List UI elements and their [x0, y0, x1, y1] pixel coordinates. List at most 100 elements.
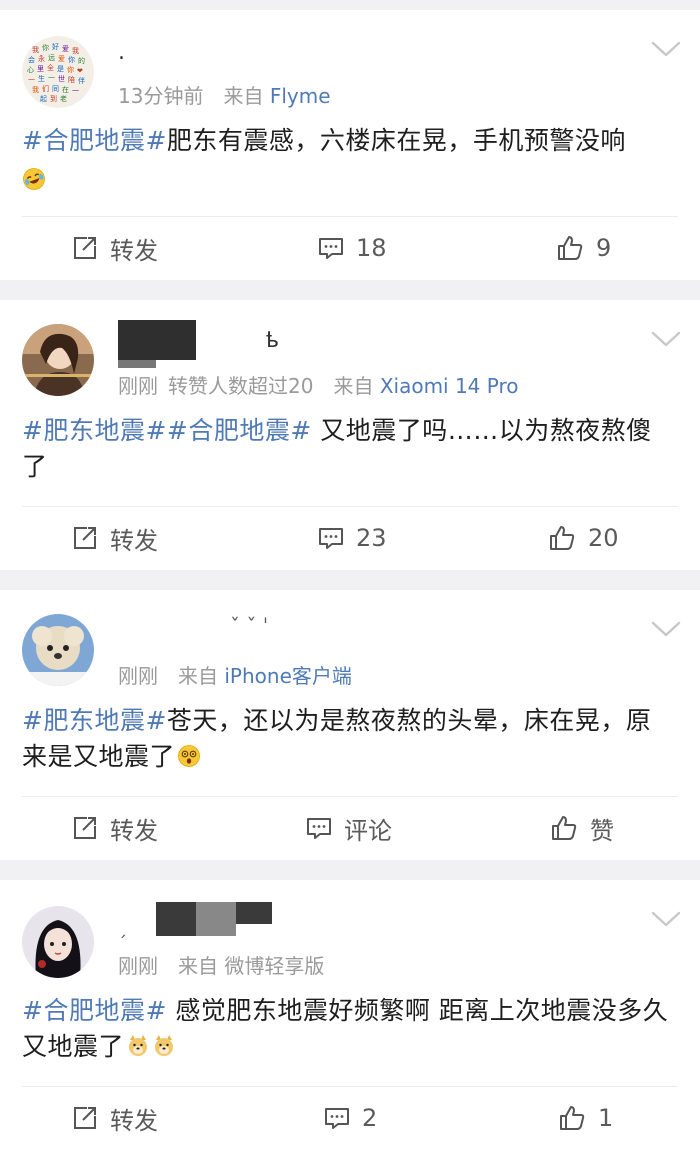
from-label: 来自	[333, 374, 374, 398]
comment-count: 18	[356, 234, 387, 262]
repost-label: 转发	[110, 1106, 158, 1135]
comment-button[interactable]: 2	[324, 1088, 377, 1148]
chevron-down-icon[interactable]	[650, 910, 682, 928]
like-count: 1	[598, 1104, 614, 1132]
post-time: 13分钟前	[118, 84, 204, 108]
svg-text:远: 远	[48, 54, 55, 62]
hashtag[interactable]: #合肥地震#	[22, 126, 167, 155]
post-source[interactable]: iPhone客户端	[224, 664, 352, 688]
thumbs-up-icon	[560, 1106, 585, 1130]
username-redaction	[156, 902, 196, 936]
chevron-down-icon[interactable]	[650, 330, 682, 348]
username-redaction	[196, 902, 236, 936]
svg-text:会: 会	[28, 55, 35, 64]
repost-button[interactable]: 转发	[72, 508, 158, 568]
from-label: 来自	[178, 664, 218, 688]
svg-text:同: 同	[52, 85, 59, 93]
hashtag[interactable]: #合肥地震#	[22, 996, 167, 1025]
post-source[interactable]: Flyme	[270, 84, 331, 108]
weibo-post: ˇ ˇ ˈ 刚刚 来自 iPhone客户端 #肥东地震#苍天，还以为是熬夜熬的头晕…	[0, 590, 700, 860]
like-button[interactable]: 赞	[550, 798, 614, 858]
post-content: #合肥地震# 感觉肥东地震好频繁啊 距离上次地震没多久又地震了	[22, 993, 670, 1065]
thumbs-up-icon	[550, 526, 575, 550]
username-fragment: ˏ	[118, 918, 127, 939]
post-meta: 刚刚 来自 iPhone客户端	[118, 660, 352, 689]
svg-text:们: 们	[42, 84, 49, 93]
post-time: 刚刚	[118, 664, 158, 688]
comment-button[interactable]: 评论	[306, 798, 392, 858]
avatar[interactable]	[22, 906, 94, 978]
laughing-tears-emoji	[23, 168, 45, 190]
avatar[interactable]: 我你好爱我 会永远爱你的 心里全是你 ❤ 一生一世陪伴 我们同在一 起到老	[22, 36, 94, 108]
repost-icon	[74, 527, 96, 549]
svg-text:是: 是	[57, 65, 64, 73]
dizzy-face-emoji	[178, 745, 200, 767]
svg-text:我: 我	[32, 85, 39, 94]
post-source[interactable]: 微博轻享版	[224, 954, 324, 978]
comment-button[interactable]: 18	[318, 218, 387, 278]
repost-button[interactable]: 转发	[72, 218, 158, 278]
post-content: #肥东地震#苍天，还以为是熬夜熬的头晕，床在晃，原来是又地震了	[22, 703, 670, 775]
action-bar: 转发 18 9	[0, 218, 700, 278]
like-button[interactable]: 9	[556, 218, 611, 278]
divider	[22, 216, 678, 217]
svg-text:❤: ❤	[77, 67, 83, 75]
like-count: 9	[596, 234, 612, 262]
svg-text:起: 起	[40, 95, 47, 103]
weibo-post: 我你好爱我 会永远爱你的 心里全是你 ❤ 一生一世陪伴 我们同在一 起到老 . 1…	[0, 10, 700, 280]
svg-text:在: 在	[62, 85, 69, 94]
weibo-post: ˏ 刚刚 来自 微博轻享版 #合肥地震# 感觉肥东地震好频繁啊 距离上次地震没多久…	[0, 880, 700, 1156]
like-count: 20	[588, 524, 619, 552]
like-button[interactable]: 20	[548, 508, 619, 568]
svg-text:一: 一	[28, 76, 35, 84]
repost-button[interactable]: 转发	[72, 798, 158, 858]
post-meta: 刚刚 来自 微博轻享版	[118, 950, 324, 979]
svg-text:全: 全	[47, 63, 54, 72]
username[interactable]: .	[118, 40, 125, 84]
svg-text:的: 的	[78, 56, 85, 65]
svg-text:生: 生	[38, 74, 45, 83]
svg-text:老: 老	[60, 94, 67, 103]
username-text[interactable]: .	[118, 40, 125, 65]
username-fragment: ˇ ˇ ˈ	[230, 614, 269, 638]
svg-text:你: 你	[42, 43, 49, 52]
repost-icon	[74, 237, 96, 259]
comment-icon	[307, 818, 331, 839]
thumbs-up-icon	[552, 816, 577, 840]
comment-label: 评论	[344, 816, 392, 845]
svg-text:心: 心	[27, 66, 34, 74]
avatar[interactable]	[22, 614, 94, 686]
svg-text:里: 里	[37, 65, 44, 73]
svg-text:一: 一	[72, 87, 79, 95]
like-label: 赞	[590, 816, 614, 845]
svg-text:好: 好	[52, 42, 59, 51]
chevron-down-icon[interactable]	[650, 620, 682, 638]
doge-emoji	[155, 1035, 174, 1056]
chevron-down-icon[interactable]	[650, 40, 682, 58]
svg-text:爱: 爱	[62, 45, 69, 53]
comment-count: 23	[356, 524, 387, 552]
svg-text:你: 你	[67, 65, 74, 74]
comment-button[interactable]: 23	[318, 508, 387, 568]
repost-button[interactable]: 转发	[72, 1088, 158, 1148]
like-button[interactable]: 1	[558, 1088, 613, 1148]
doge-emoji	[129, 1035, 148, 1056]
svg-text:一: 一	[48, 74, 55, 82]
avatar[interactable]	[22, 324, 94, 396]
action-bar: 转发 2 1	[0, 1088, 700, 1148]
post-source[interactable]: Xiaomi 14 Pro	[380, 374, 519, 398]
comment-icon	[319, 238, 343, 259]
hashtag[interactable]: #合肥地震#	[167, 416, 312, 445]
svg-text:你: 你	[68, 55, 75, 64]
svg-text:到: 到	[50, 95, 57, 103]
username-redaction	[118, 320, 196, 360]
from-label: 来自	[223, 84, 264, 108]
post-text: 肥东有震感，六楼床在晃，手机预警没响	[166, 126, 626, 155]
svg-text:陪: 陪	[68, 75, 75, 84]
hashtag[interactable]: #肥东地震#	[22, 706, 167, 735]
divider	[22, 1086, 678, 1087]
weibo-post: ҍ 刚刚 转赞人数超过20 来自 Xiaomi 14 Pro #肥东地震##合肥地震…	[0, 300, 700, 570]
repost-label: 转发	[110, 526, 158, 555]
repost-label: 转发	[110, 236, 158, 265]
hashtag[interactable]: #肥东地震#	[22, 416, 167, 445]
